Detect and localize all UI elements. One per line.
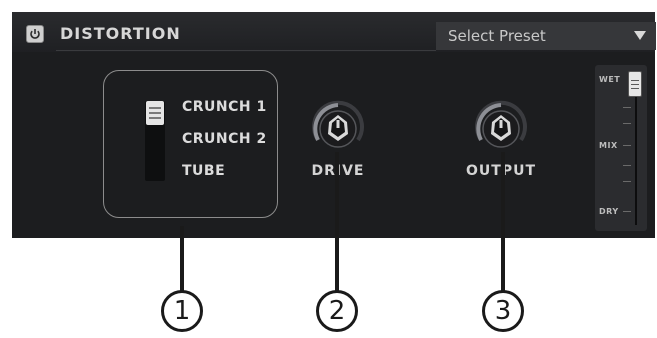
callout-line-2 bbox=[335, 152, 339, 298]
distortion-plugin-panel: DISTORTION Select Preset CRUNCH 1 CRUNCH… bbox=[12, 12, 656, 238]
mix-wet-label: WET bbox=[599, 75, 621, 84]
callout-line-3 bbox=[501, 152, 505, 298]
plugin-title: DISTORTION bbox=[60, 24, 181, 43]
callout-badge-3: 3 bbox=[482, 290, 524, 332]
power-button[interactable] bbox=[26, 25, 44, 43]
dropdown-arrow-icon bbox=[634, 31, 646, 40]
mix-slider-panel: WET MIX DRY bbox=[595, 65, 647, 231]
callout-badge-2: 2 bbox=[316, 290, 358, 332]
mode-option-crunch-1[interactable]: CRUNCH 1 bbox=[182, 99, 267, 115]
mix-slider-handle[interactable] bbox=[628, 71, 642, 97]
mode-option-crunch-2[interactable]: CRUNCH 2 bbox=[182, 131, 267, 147]
power-icon bbox=[30, 29, 40, 39]
mode-switch-handle[interactable] bbox=[146, 101, 164, 125]
mix-dry-label: DRY bbox=[599, 207, 619, 216]
callout-line-1 bbox=[180, 226, 184, 298]
mix-slider-track[interactable] bbox=[635, 75, 637, 225]
preset-dropdown[interactable]: Select Preset bbox=[436, 22, 656, 50]
header-divider bbox=[56, 50, 436, 51]
drive-knob[interactable] bbox=[309, 100, 367, 158]
mix-mix-label: MIX bbox=[599, 141, 618, 150]
mode-selector-group: CRUNCH 1 CRUNCH 2 TUBE bbox=[103, 70, 278, 218]
output-knob[interactable] bbox=[472, 100, 530, 158]
preset-label: Select Preset bbox=[448, 27, 546, 45]
callout-badge-1: 1 bbox=[161, 290, 203, 332]
mode-option-tube[interactable]: TUBE bbox=[182, 163, 225, 179]
